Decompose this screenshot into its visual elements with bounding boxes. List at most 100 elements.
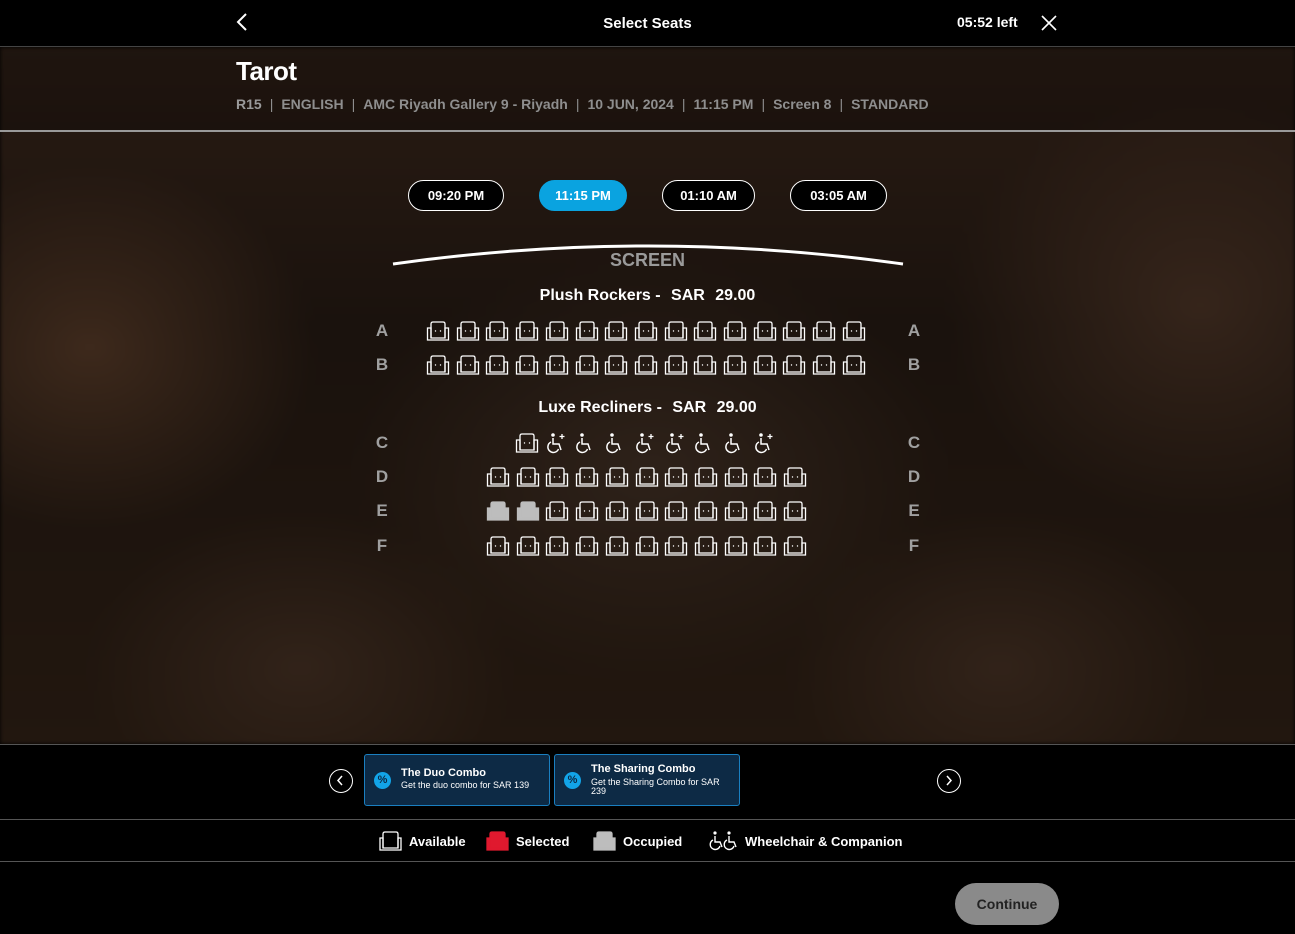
seat-a11-available[interactable] xyxy=(723,320,747,342)
seat-e4-available[interactable] xyxy=(575,500,599,522)
seat-b2-available[interactable] xyxy=(456,354,480,376)
occupied-seat-icon xyxy=(593,831,616,851)
seat-d2-available[interactable] xyxy=(516,466,540,488)
seat-e1-occupied xyxy=(486,500,510,522)
combo-title: The Duo Combo xyxy=(401,767,486,779)
seat-b13-available[interactable] xyxy=(782,354,806,376)
legend-wheelchair: Wheelchair & Companion xyxy=(709,830,902,852)
seat-f9-available[interactable] xyxy=(724,535,748,557)
row-label-d-left: D xyxy=(375,467,389,486)
seat-b10-available[interactable] xyxy=(693,354,717,376)
seat-d11-available[interactable] xyxy=(783,466,807,488)
companion-seat-icon[interactable] xyxy=(753,432,775,454)
seat-b7-available[interactable] xyxy=(604,354,628,376)
seat-b9-available[interactable] xyxy=(664,354,688,376)
seat-b11-available[interactable] xyxy=(723,354,747,376)
close-icon[interactable] xyxy=(1038,12,1060,34)
seat-d5-available[interactable] xyxy=(605,466,629,488)
seat-e7-available[interactable] xyxy=(664,500,688,522)
selected-seat-icon xyxy=(486,831,509,851)
seat-a1-available[interactable] xyxy=(426,320,450,342)
seat-b15-available[interactable] xyxy=(842,354,866,376)
seat-b4-available[interactable] xyxy=(515,354,539,376)
seat-d3-available[interactable] xyxy=(545,466,569,488)
seat-b3-available[interactable] xyxy=(485,354,509,376)
seat-d6-available[interactable] xyxy=(635,466,659,488)
seat-d10-available[interactable] xyxy=(753,466,777,488)
combo-card-sharing[interactable]: % The Sharing Combo Get the Sharing Comb… xyxy=(554,754,740,806)
seat-e5-available[interactable] xyxy=(605,500,629,522)
seat-e3-available[interactable] xyxy=(545,500,569,522)
seat-f10-available[interactable] xyxy=(753,535,777,557)
seat-f2-available[interactable] xyxy=(516,535,540,557)
seat-e10-available[interactable] xyxy=(753,500,777,522)
legend-available: Available xyxy=(378,830,466,852)
screen-label: SCREEN xyxy=(609,250,685,270)
seat-d9-available[interactable] xyxy=(724,466,748,488)
combos-bar: % The Duo Combo Get the duo combo for SA… xyxy=(0,744,1295,820)
seat-a10-available[interactable] xyxy=(693,320,717,342)
combo-prev-icon[interactable] xyxy=(329,769,353,793)
seat-d4-available[interactable] xyxy=(575,466,599,488)
seat-d8-available[interactable] xyxy=(694,466,718,488)
section-title-luxe-recliners: Luxe Recliners - SAR 29.00 xyxy=(0,399,1295,417)
seat-a4-available[interactable] xyxy=(515,320,539,342)
seat-e8-available[interactable] xyxy=(694,500,718,522)
top-bar: Select Seats 05:52 left xyxy=(0,0,1295,47)
wheelchair-seat-icon[interactable] xyxy=(604,432,626,454)
section-name: Plush Rockers - xyxy=(539,287,661,304)
showtime-0920pm[interactable]: 09:20 PM xyxy=(408,180,504,211)
seat-a7-available[interactable] xyxy=(604,320,628,342)
seat-a3-available[interactable] xyxy=(485,320,509,342)
seat-b1-available[interactable] xyxy=(426,354,450,376)
seat-a14-available[interactable] xyxy=(812,320,836,342)
seat-a9-available[interactable] xyxy=(664,320,688,342)
seat-a2-available[interactable] xyxy=(456,320,480,342)
seat-e6-available[interactable] xyxy=(635,500,659,522)
row-label-f-right: F xyxy=(908,536,920,555)
seat-a5-available[interactable] xyxy=(545,320,569,342)
seat-e11-available[interactable] xyxy=(783,500,807,522)
companion-seat-icon[interactable] xyxy=(634,432,656,454)
seat-f11-available[interactable] xyxy=(783,535,807,557)
seat-f8-available[interactable] xyxy=(694,535,718,557)
seat-b8-available[interactable] xyxy=(634,354,658,376)
seat-a8-available[interactable] xyxy=(634,320,658,342)
seat-f4-available[interactable] xyxy=(575,535,599,557)
seat-d7-available[interactable] xyxy=(664,466,688,488)
seat-f1-available[interactable] xyxy=(486,535,510,557)
continue-button[interactable]: Continue xyxy=(955,883,1059,925)
seat-b14-available[interactable] xyxy=(812,354,836,376)
seat-f5-available[interactable] xyxy=(605,535,629,557)
seat-a6-available[interactable] xyxy=(575,320,599,342)
combo-next-icon[interactable] xyxy=(937,769,961,793)
combo-card-duo[interactable]: % The Duo Combo Get the duo combo for SA… xyxy=(364,754,550,806)
seat-d1-available[interactable] xyxy=(486,466,510,488)
section-currency: SAR xyxy=(671,287,705,304)
seat-a12-available[interactable] xyxy=(753,320,777,342)
background-image xyxy=(0,47,1295,744)
seat-f6-available[interactable] xyxy=(635,535,659,557)
seat-f7-available[interactable] xyxy=(664,535,688,557)
showtime-0305am[interactable]: 03:05 AM xyxy=(790,180,887,211)
meta-date: 10 JUN, 2024 xyxy=(587,96,674,112)
seat-f3-available[interactable] xyxy=(545,535,569,557)
seat-a13-available[interactable] xyxy=(782,320,806,342)
wheelchair-seat-icon[interactable] xyxy=(574,432,596,454)
showtime-0110am[interactable]: 01:10 AM xyxy=(662,180,755,211)
wheelchair-seat-icon[interactable] xyxy=(693,432,715,454)
seat-legend: Available Selected Occupied Wheelchair &… xyxy=(0,819,1295,862)
showtime-1115pm[interactable]: 11:15 PM xyxy=(539,180,627,211)
seat-b12-available[interactable] xyxy=(753,354,777,376)
legend-wheelchair-label: Wheelchair & Companion xyxy=(745,833,903,849)
seat-c1-available[interactable] xyxy=(515,432,539,454)
seat-b6-available[interactable] xyxy=(575,354,599,376)
seat-b5-available[interactable] xyxy=(545,354,569,376)
seat-e9-available[interactable] xyxy=(724,500,748,522)
companion-seat-icon[interactable] xyxy=(545,432,567,454)
companion-seat-icon[interactable] xyxy=(664,432,686,454)
discount-icon: % xyxy=(564,772,581,789)
wheelchair-seat-icon[interactable] xyxy=(723,432,745,454)
wheelchair-companion-icon xyxy=(709,831,737,851)
seat-a15-available[interactable] xyxy=(842,320,866,342)
